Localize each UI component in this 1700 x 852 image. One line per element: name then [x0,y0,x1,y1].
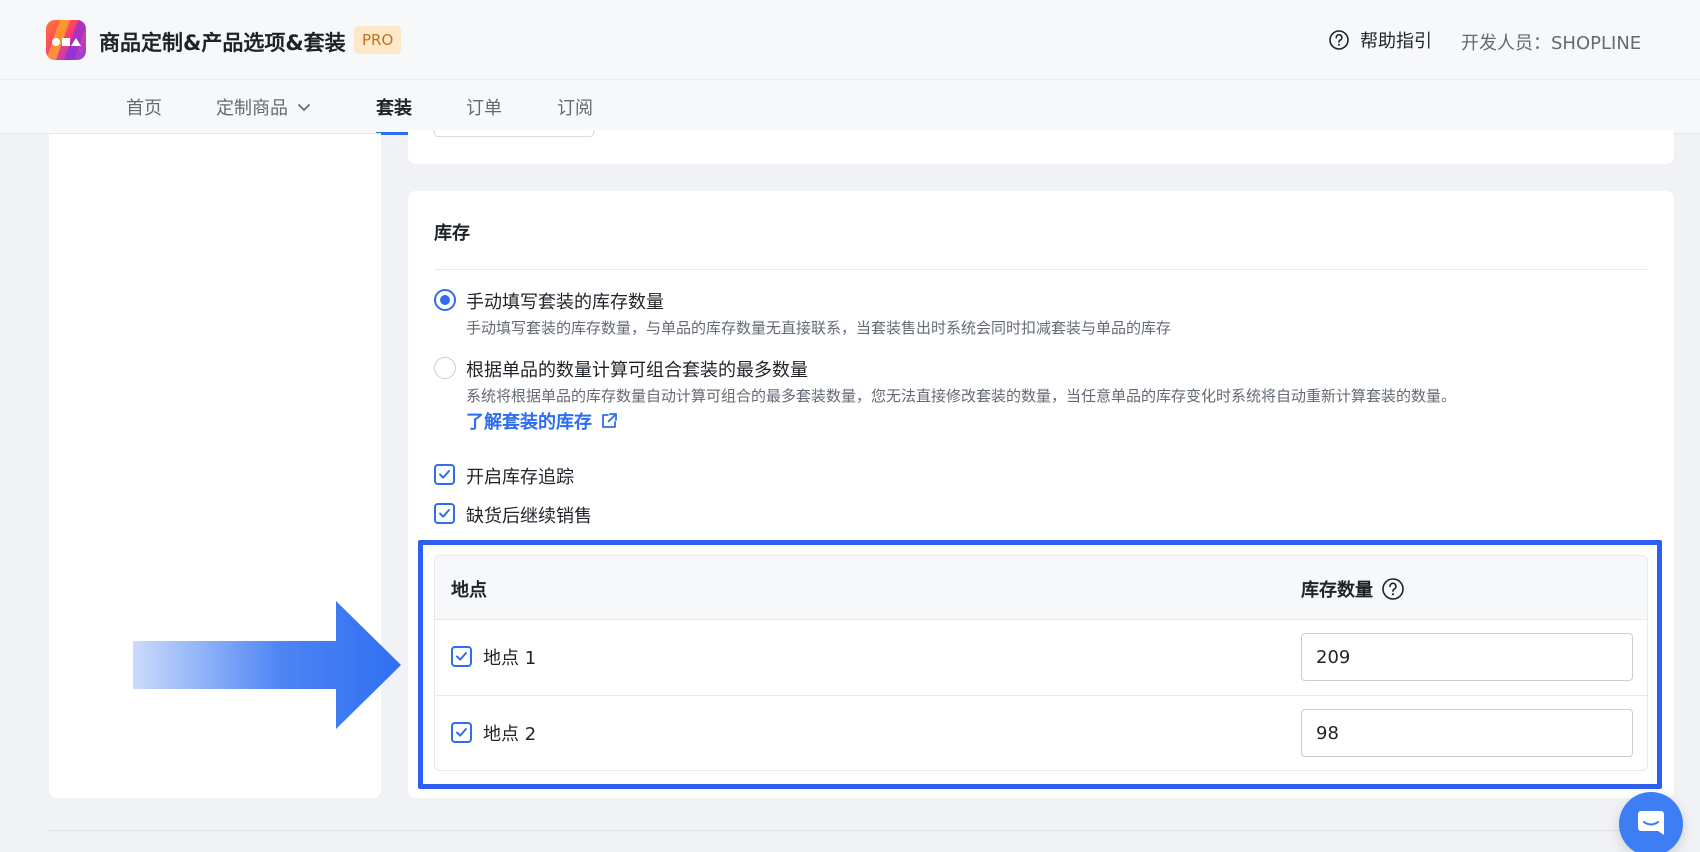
check-icon [456,652,467,661]
question-icon[interactable] [1381,577,1405,601]
option-desc-computed: 系统将根据单品的库存数量自动计算可组合的最多套装数量，您无法直接修改套装的数量，… [466,387,1457,405]
column-header-location: 地点 [451,580,487,601]
option-label-computed: 根据单品的数量计算可组合套装的最多数量 [466,360,808,381]
app-logo-icon [46,20,86,60]
table-row: 地点 1 [435,620,1647,696]
pro-badge: PRO [354,26,402,54]
track-inventory-label: 开启库存追踪 [466,467,574,488]
active-tab-indicator [376,132,412,135]
checkbox-track-inventory[interactable] [434,464,455,485]
help-circle-icon [1329,30,1349,50]
chat-icon [1638,811,1664,835]
help-guide-label: 帮助指引 [1360,31,1432,52]
table-row: 地点 2 [435,696,1647,770]
learn-bundle-stock-link[interactable]: 了解套装的库存 [466,408,618,434]
check-icon [439,470,450,479]
radio-manual-stock[interactable] [434,289,456,311]
inventory-card: 库存 手动填写套装的库存数量 手动填写套装的库存数量，与单品的库存数量无直接联系… [408,191,1674,798]
location-checkbox[interactable] [451,646,472,667]
location-name: 地点 1 [483,648,537,669]
chat-launcher-button[interactable] [1619,792,1683,852]
check-icon [456,728,467,737]
check-icon [439,509,450,518]
main-nav: 首页 定制商品 套装 订单 订阅 [0,80,1700,135]
nav-item-label: 订阅 [557,98,593,119]
column-header-quantity: 库存数量 [1301,576,1405,602]
chevron-down-icon [298,104,310,111]
nav-item-bundles[interactable]: 套装 [376,94,412,135]
app-title: 商品定制&产品选项&套装 [99,31,346,55]
nav-item-label: 订单 [466,98,502,119]
option-desc-manual: 手动填写套装的库存数量，与单品的库存数量无直接联系，当套装售出时系统会同时扣减套… [466,319,1172,337]
continue-selling-label: 缺货后继续销售 [466,506,592,527]
help-guide-link[interactable]: 帮助指引 [1328,27,1432,53]
previous-section-card [408,130,1674,164]
quantity-input[interactable] [1301,633,1633,681]
nav-item-label: 首页 [126,98,162,119]
app-header: 商品定制&产品选项&套装 PRO 帮助指引 开发人员：SHOPLINE [0,0,1700,80]
quantity-input[interactable] [1301,709,1633,757]
location-name: 地点 2 [483,724,537,745]
nav-item-custom-products[interactable]: 定制商品 [216,94,312,120]
option-label-manual: 手动填写套装的库存数量 [466,292,664,313]
external-link-icon [602,413,617,428]
footer-divider [49,830,1674,831]
location-checkbox[interactable] [451,722,472,743]
sidebar-divider [99,133,381,134]
table-header: 地点 库存数量 [435,556,1647,620]
inventory-title: 库存 [434,223,470,244]
radio-computed-stock[interactable] [434,357,456,379]
nav-item-label: 套装 [376,98,412,119]
nav-item-home[interactable]: 首页 [126,94,162,120]
checkbox-continue-selling[interactable] [434,503,455,524]
nav-item-orders[interactable]: 订单 [466,94,502,120]
nav-item-label: 定制商品 [216,98,288,119]
developer-label: 开发人员：SHOPLINE [1461,33,1642,54]
section-divider [434,269,1648,270]
location-stock-table: 地点 库存数量 地点 1 209 地点 2 98 [434,555,1648,771]
column-header-quantity-label: 库存数量 [1301,580,1373,601]
nav-item-subscriptions[interactable]: 订阅 [557,94,593,120]
arrow-right-icon [133,601,401,729]
previous-section-input[interactable] [434,130,594,137]
learn-link-label: 了解套装的库存 [466,412,592,433]
